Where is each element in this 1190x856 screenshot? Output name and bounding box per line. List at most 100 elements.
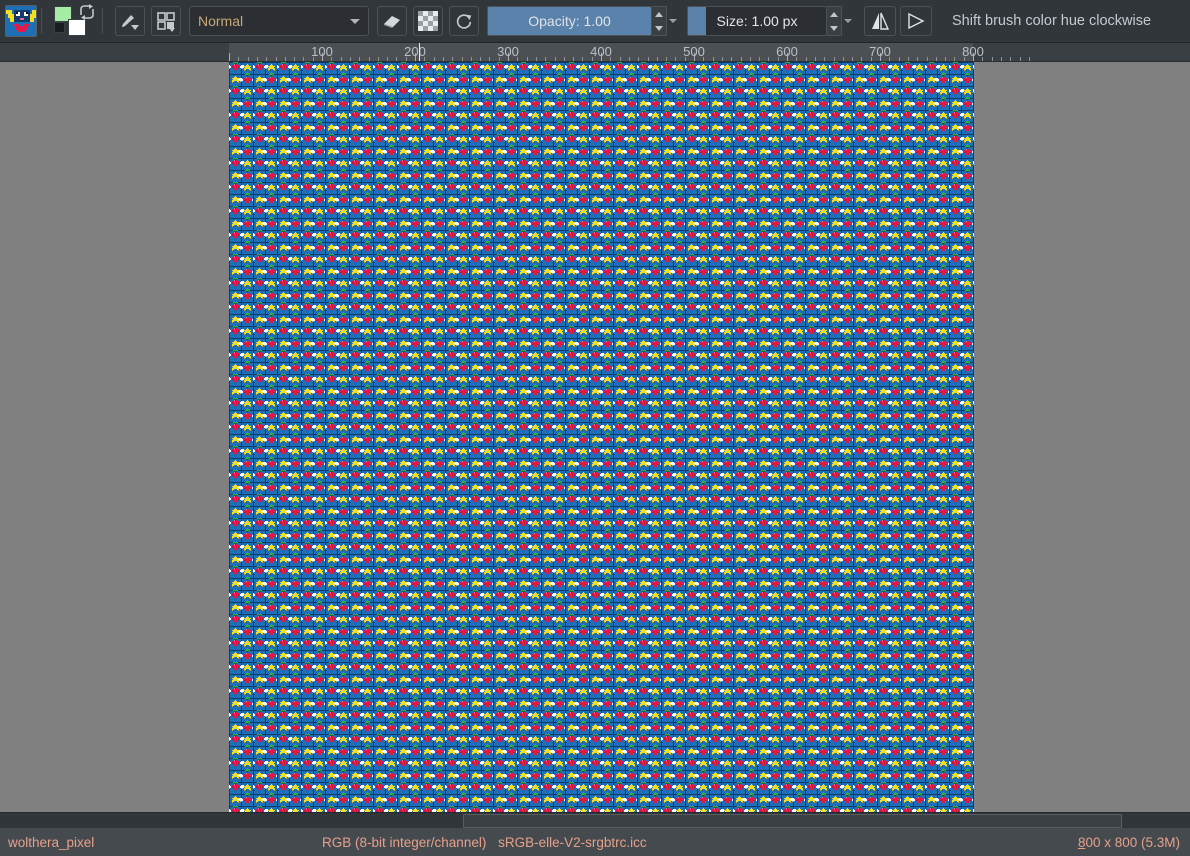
- reset-colors-icon[interactable]: [54, 22, 65, 33]
- ruler-tick: [927, 57, 928, 61]
- opacity-slider[interactable]: Opacity: 1.00: [487, 6, 652, 36]
- ruler-label: 200: [404, 44, 426, 59]
- image-size-label[interactable]: 800 x 800 (5.3M): [1078, 835, 1180, 850]
- horizontal-scrollbar[interactable]: [0, 812, 1190, 828]
- ruler-tick: [573, 57, 574, 61]
- horizontal-ruler[interactable]: 100200300400500600700800: [0, 43, 1190, 62]
- triangle-up-icon: [655, 12, 663, 17]
- ruler-tick: [1001, 57, 1002, 61]
- ruler-label: 800: [962, 44, 984, 59]
- ruler-tick: [229, 53, 230, 61]
- opacity-decrement-button[interactable]: [652, 21, 666, 35]
- ruler-label: 600: [776, 44, 798, 59]
- ruler-tick: [1020, 57, 1021, 61]
- ruler-tick: [731, 57, 732, 61]
- opacity-dropdown-button[interactable]: [667, 19, 679, 23]
- foreground-background-color-selector[interactable]: [54, 4, 98, 38]
- ruler-tick: [917, 57, 918, 61]
- ruler-tick: [806, 57, 807, 61]
- chevron-down-icon: [669, 19, 677, 23]
- ruler-label: 400: [590, 44, 612, 59]
- brush-preset-thumbnail[interactable]: [5, 5, 37, 37]
- size-dropdown-button[interactable]: [842, 19, 854, 23]
- ruler-tick: [945, 57, 946, 61]
- ruler-tick: [443, 57, 444, 61]
- background-color-swatch[interactable]: [68, 19, 86, 36]
- reload-icon: [454, 11, 474, 31]
- ruler-tick: [452, 57, 453, 61]
- ruler-tick: [350, 57, 351, 61]
- ruler-tick: [536, 57, 537, 61]
- chevron-down-icon: [350, 19, 360, 24]
- toolbar-separator: [41, 8, 42, 34]
- ruler-tick: [954, 57, 955, 61]
- brush-editor-button[interactable]: [115, 6, 145, 36]
- ruler-tick: [852, 57, 853, 61]
- preset-chooser-button[interactable]: [151, 6, 181, 36]
- opacity-increment-button[interactable]: [652, 7, 666, 21]
- ruler-tick: [824, 57, 825, 61]
- ruler-tick: [582, 57, 583, 61]
- ruler-tick: [378, 57, 379, 61]
- scrollbar-track[interactable]: [0, 813, 1122, 829]
- color-space-info: RGB (8-bit integer/channel) sRGB-elle-V2…: [322, 835, 647, 850]
- ruler-tick: [238, 57, 239, 61]
- main-toolbar: Normal Opacity:: [0, 0, 1190, 43]
- blending-mode-combobox[interactable]: Normal: [189, 6, 369, 36]
- ruler-label: 500: [683, 44, 705, 59]
- ruler-tick: [936, 57, 937, 61]
- ruler-tick: [768, 57, 769, 61]
- ruler-tick: [462, 57, 463, 61]
- size-spinner[interactable]: [827, 6, 842, 36]
- size-slider-group: Size: 1.00 px: [687, 6, 854, 36]
- ruler-tick: [1029, 57, 1030, 61]
- ruler-tick: [257, 57, 258, 61]
- opacity-value: 1.00: [584, 13, 611, 29]
- ruler-tick: [620, 57, 621, 61]
- mirror-vertical-icon: [905, 11, 927, 31]
- ruler-tick: [713, 57, 714, 61]
- ruler-tick: [759, 57, 760, 61]
- ruler-tick: [489, 57, 490, 61]
- size-slider-fill: [688, 7, 706, 35]
- mirror-horizontal-icon: [869, 11, 891, 31]
- ruler-tick: [471, 57, 472, 61]
- reload-preset-button[interactable]: [449, 6, 479, 36]
- ruler-tick: [861, 57, 862, 61]
- mirror-vertical-button[interactable]: [900, 6, 932, 36]
- status-tip-text: Shift brush color hue clockwise: [952, 13, 1151, 29]
- size-decrement-button[interactable]: [827, 21, 841, 35]
- ruler-tick: [294, 57, 295, 61]
- ruler-tick: [992, 57, 993, 61]
- scrollbar-handle[interactable]: [463, 814, 1122, 828]
- canvas-area[interactable]: [0, 62, 1190, 812]
- ruler-tick: [545, 57, 546, 61]
- triangle-down-icon: [830, 26, 838, 31]
- ruler-tick: [527, 57, 528, 61]
- ruler-tick: [629, 57, 630, 61]
- mirror-horizontal-button[interactable]: [864, 6, 896, 36]
- ruler-label: 700: [869, 44, 891, 59]
- size-increment-button[interactable]: [827, 7, 841, 21]
- ruler-tick: [722, 57, 723, 61]
- ruler-tick: [387, 57, 388, 61]
- opacity-label: Opacity:: [528, 13, 579, 29]
- ruler-cursor-indicator: [419, 43, 420, 61]
- ruler-tick: [285, 57, 286, 61]
- ruler-tick: [908, 57, 909, 61]
- size-slider[interactable]: Size: 1.00 px: [687, 6, 827, 36]
- eraser-toggle-button[interactable]: [377, 6, 407, 36]
- opacity-slider-text: Opacity: 1.00: [528, 13, 611, 29]
- ruler-tick: [1010, 57, 1011, 61]
- swap-colors-icon[interactable]: [78, 4, 96, 20]
- ruler-tick: [666, 57, 667, 61]
- ruler-tick: [750, 57, 751, 61]
- opacity-spinner[interactable]: [652, 6, 667, 36]
- image-canvas[interactable]: [229, 62, 974, 812]
- brush-preset-icon: [6, 6, 37, 37]
- preserve-alpha-button[interactable]: [413, 6, 443, 36]
- ruler-tick: [815, 57, 816, 61]
- ruler-tick: [675, 57, 676, 61]
- ruler-tick: [638, 57, 639, 61]
- toolbar-separator: [102, 8, 103, 34]
